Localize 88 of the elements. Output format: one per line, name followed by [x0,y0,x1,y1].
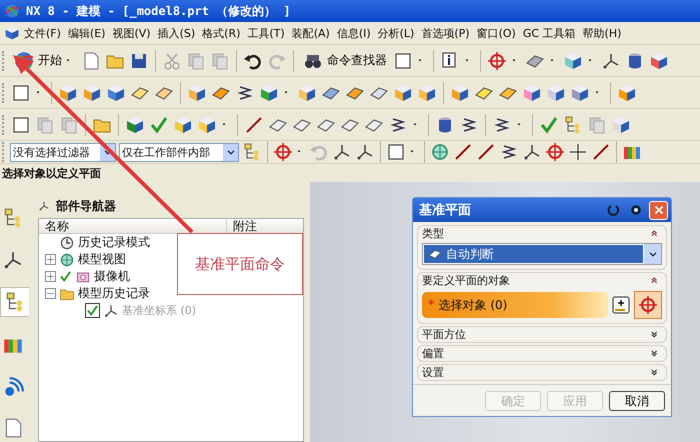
cube-icon[interactable] [570,82,590,102]
close-button[interactable] [649,200,668,220]
type-dropdown[interactable]: 自动判断 [422,243,662,265]
menu-item[interactable]: 视图(V) [109,24,154,42]
plane-icon [428,247,442,261]
filter-dropdown[interactable]: 仅在工作部件内部 [119,142,239,162]
line-icon[interactable] [453,142,473,162]
section-title[interactable]: 偏置 [422,346,444,361]
target-icon[interactable] [545,142,565,162]
line-icon[interactable] [591,142,611,162]
csys-icon[interactable] [332,142,352,162]
csys-icon[interactable] [522,142,542,162]
window-title: NX 8 - 建模 - [_model8.prt （修改的） ] [26,2,291,20]
column-header[interactable]: 名称 [39,218,69,234]
crosshair-icon [638,295,658,315]
line-icon[interactable] [476,142,496,162]
cube-icon [4,25,20,41]
cube-icon[interactable] [173,114,193,134]
cube-icon[interactable] [106,82,126,102]
cube-icon[interactable] [649,50,669,70]
cube-icon[interactable] [450,82,470,102]
clock-icon [59,234,75,250]
menu-item[interactable]: 文件(F) [21,24,64,42]
cube-icon[interactable] [187,82,207,102]
cube-icon[interactable] [611,114,631,134]
add-icon[interactable] [611,295,631,315]
square-icon[interactable] [393,50,413,70]
cube-icon[interactable] [297,82,317,102]
sheets-icon[interactable] [59,114,79,134]
check-icon[interactable] [149,114,169,134]
expand-toggle[interactable] [45,254,56,265]
menu-item[interactable]: 窗口(O) [474,24,519,42]
square-icon[interactable] [11,82,31,102]
cube-icon[interactable] [259,82,279,102]
section-title[interactable]: 平面方位 [422,327,466,342]
panel-title: 部件导航器 [56,198,116,214]
section-title[interactable]: 要定义平面的对象 [422,273,510,288]
cube-icon[interactable] [546,82,566,102]
menu-item[interactable]: 插入(S) [154,24,198,42]
cube-icon[interactable] [58,82,78,102]
menu-item[interactable]: 工具(T) [244,24,288,42]
menu-item[interactable]: GC 工具箱 [520,24,579,42]
square-icon[interactable] [386,142,406,162]
tree-item[interactable]: 历史记录模式 [78,234,150,251]
expand-toggle[interactable] [45,271,56,282]
cube-icon[interactable] [393,82,413,102]
tree-item[interactable]: 摄像机 [94,268,130,285]
tree-item[interactable]: 模型历史记录 [78,285,150,302]
dialog-title: 基准平面 [419,202,472,219]
dialog-button[interactable]: 取消 [609,391,665,411]
menu-item[interactable]: 编辑(E) [64,24,108,42]
menu-item[interactable]: 信息(I) [334,24,374,42]
annotation-text: 基准平面命令 [195,254,285,274]
cube-icon[interactable] [417,82,437,102]
csys-icon[interactable] [355,142,375,162]
csys-icon [103,302,119,318]
filter-dropdown[interactable]: 没有选择过滤器 [10,142,116,162]
line-icon[interactable] [244,114,264,134]
tree-item[interactable]: 模型视图 [78,251,126,268]
menu-item[interactable]: 分析(L) [374,24,418,42]
select-object-label: 选择对象 (0) [438,296,508,314]
menu-item[interactable]: 首选项(P) [418,24,473,42]
target-icon[interactable] [487,50,507,70]
app-logo-icon [4,3,20,19]
resource-tab[interactable] [0,287,29,318]
cube-icon[interactable] [617,82,637,102]
select-object-bar[interactable]: * 选择对象 (0) [422,292,608,318]
target-icon[interactable] [273,142,293,162]
menu-item[interactable]: 帮助(H) [580,24,624,42]
menu-item[interactable]: 装配(A) [288,24,333,42]
point-dialog-button[interactable] [634,291,662,319]
views-icon [59,252,75,268]
square-icon[interactable] [11,114,31,134]
required-mark: * [428,298,434,312]
cue-line-text: 选择对象以定义平面 [2,166,101,180]
cube-icon[interactable] [522,82,542,102]
cube-icon[interactable] [125,114,145,134]
command-finder-button[interactable]: 命令查找器 [300,50,389,70]
views-icon[interactable] [430,142,450,162]
section-title[interactable]: 类型 [422,226,444,241]
plus-icon[interactable] [568,142,588,162]
cube-icon[interactable] [197,114,217,134]
menu-item[interactable]: 格式(R) [199,24,244,42]
check-icon[interactable] [539,114,559,134]
collapse-toggle[interactable] [45,288,56,299]
cube-icon[interactable] [563,50,583,70]
cube-icon[interactable] [82,82,102,102]
section-title[interactable]: 设置 [422,365,444,380]
